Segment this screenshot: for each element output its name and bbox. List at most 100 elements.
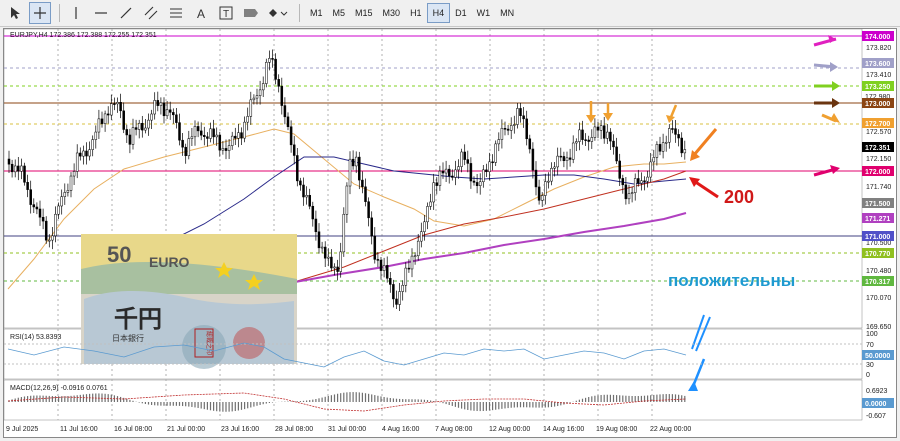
vertical-line-icon[interactable] [65,2,87,24]
candle-body [131,127,135,145]
chart-toolbar: A T M1 M5 M15 M30 H1 H4 D1 W1 MN [0,0,900,27]
fibonacci-icon[interactable] [165,2,187,24]
candle-body [193,126,197,138]
price-tick: 170.500 [866,240,891,247]
timeframe-m1[interactable]: M1 [305,3,328,23]
candle-body [258,89,262,96]
trendline-icon[interactable] [115,2,137,24]
candle-body [559,155,563,158]
candle-body [57,205,60,215]
candle-body [410,255,414,270]
svg-text:172.700: 172.700 [865,121,890,128]
candle-body [593,126,597,138]
candle-body [420,231,423,242]
cursor-icon[interactable] [4,2,26,24]
candle-body [578,129,581,142]
candle-body [575,141,578,144]
svg-text:171.000: 171.000 [865,234,890,241]
candle-body [550,167,553,182]
candle-body [292,144,296,156]
candle-body [553,166,556,169]
candle-body [612,140,615,148]
svg-text:171.271: 171.271 [865,216,890,223]
candle-body [345,185,349,215]
candle-body [35,206,39,210]
time-axis[interactable]: 9 Jul 2025 11 Jul 16:00 16 Jul 08:00 21 … [6,426,691,433]
timeframe-h4[interactable]: H4 [426,3,451,23]
candle-body [472,180,476,183]
candle-body [144,127,147,131]
candle-body [457,166,460,171]
candle-body [460,151,463,167]
timeframe-m30[interactable]: M30 [378,3,406,23]
time-tick: 9 Jul 2025 [6,426,38,433]
candle-body [41,216,45,222]
label-icon[interactable] [240,2,262,24]
candle-body [190,136,194,139]
timeframe-w1[interactable]: W1 [472,3,496,23]
timeframe-m15[interactable]: M15 [350,3,378,23]
banknotes-image: 50 EURO 千円 日本銀行 総裁之印 [81,234,297,369]
candle-body [615,146,618,162]
crosshair-icon[interactable] [29,2,51,24]
candle-body [401,284,404,292]
candle-body [296,155,299,182]
candle-body [655,144,659,158]
price-chart[interactable]: EURJPY,H4 172.386 172.388 172.255 172.35… [3,28,896,437]
candle-body [385,265,389,279]
candle-body [218,134,222,151]
chart-window[interactable]: EURJPY,H4 172.386 172.388 172.255 172.35… [3,28,897,438]
rsi-label: RSI(14) 53.8393 [10,334,61,341]
horizontal-line-icon[interactable] [90,2,112,24]
candle-body [212,128,215,138]
candle-body [125,129,129,136]
price-axis[interactable]: 173.820 173.410 172.570 172.150 171.740 … [862,31,894,331]
banknote-euro-text: EURO [149,254,190,270]
channel-icon[interactable] [140,2,162,24]
candle-body [69,175,73,191]
macd-tick: 0.6923 [866,388,888,395]
timeframe-m5[interactable]: M5 [328,3,351,23]
yen-bank-text: 日本銀行 [112,333,144,343]
candle-body [627,193,631,200]
candle-body [48,239,51,242]
timeframe-d1[interactable]: D1 [450,3,472,23]
candle-body [364,186,367,202]
candle-body [633,178,637,193]
text-tool-icon[interactable]: A [190,2,212,24]
arrows-menu-icon[interactable] [265,2,291,24]
text-label-icon[interactable]: T [215,2,237,24]
candle-body [469,163,473,182]
candle-body [432,182,435,203]
candle-body [435,182,439,186]
time-tick: 12 Aug 00:00 [489,426,530,433]
candle-body [7,158,11,165]
candle-body [351,158,355,167]
positive-note: положительны [668,271,795,290]
timeframe-h1[interactable]: H1 [405,3,427,23]
candle-body [373,235,377,260]
candle-body [134,127,138,130]
candle-body [147,119,150,129]
price-label-171500: 171.500 [862,198,894,208]
candle-body [661,142,665,152]
price-tick: 170.070 [866,295,891,302]
candle-body [224,148,228,151]
candle-body [305,195,308,198]
candle-body [175,114,178,123]
price-label-172700: 172.700 [862,118,894,128]
candle-body [196,126,200,132]
candle-body [466,159,470,164]
candle-body [156,100,160,106]
timeframe-mn[interactable]: MN [495,3,519,23]
candle-body [54,213,57,237]
candle-body [240,132,243,139]
candle-body [531,148,535,171]
candle-body [159,102,163,106]
price-tick: 173.410 [866,72,891,79]
candle-body [354,156,358,167]
candle-body [640,180,643,184]
candle-body [103,113,107,124]
candle-body [72,171,76,177]
candle-body [413,255,417,258]
